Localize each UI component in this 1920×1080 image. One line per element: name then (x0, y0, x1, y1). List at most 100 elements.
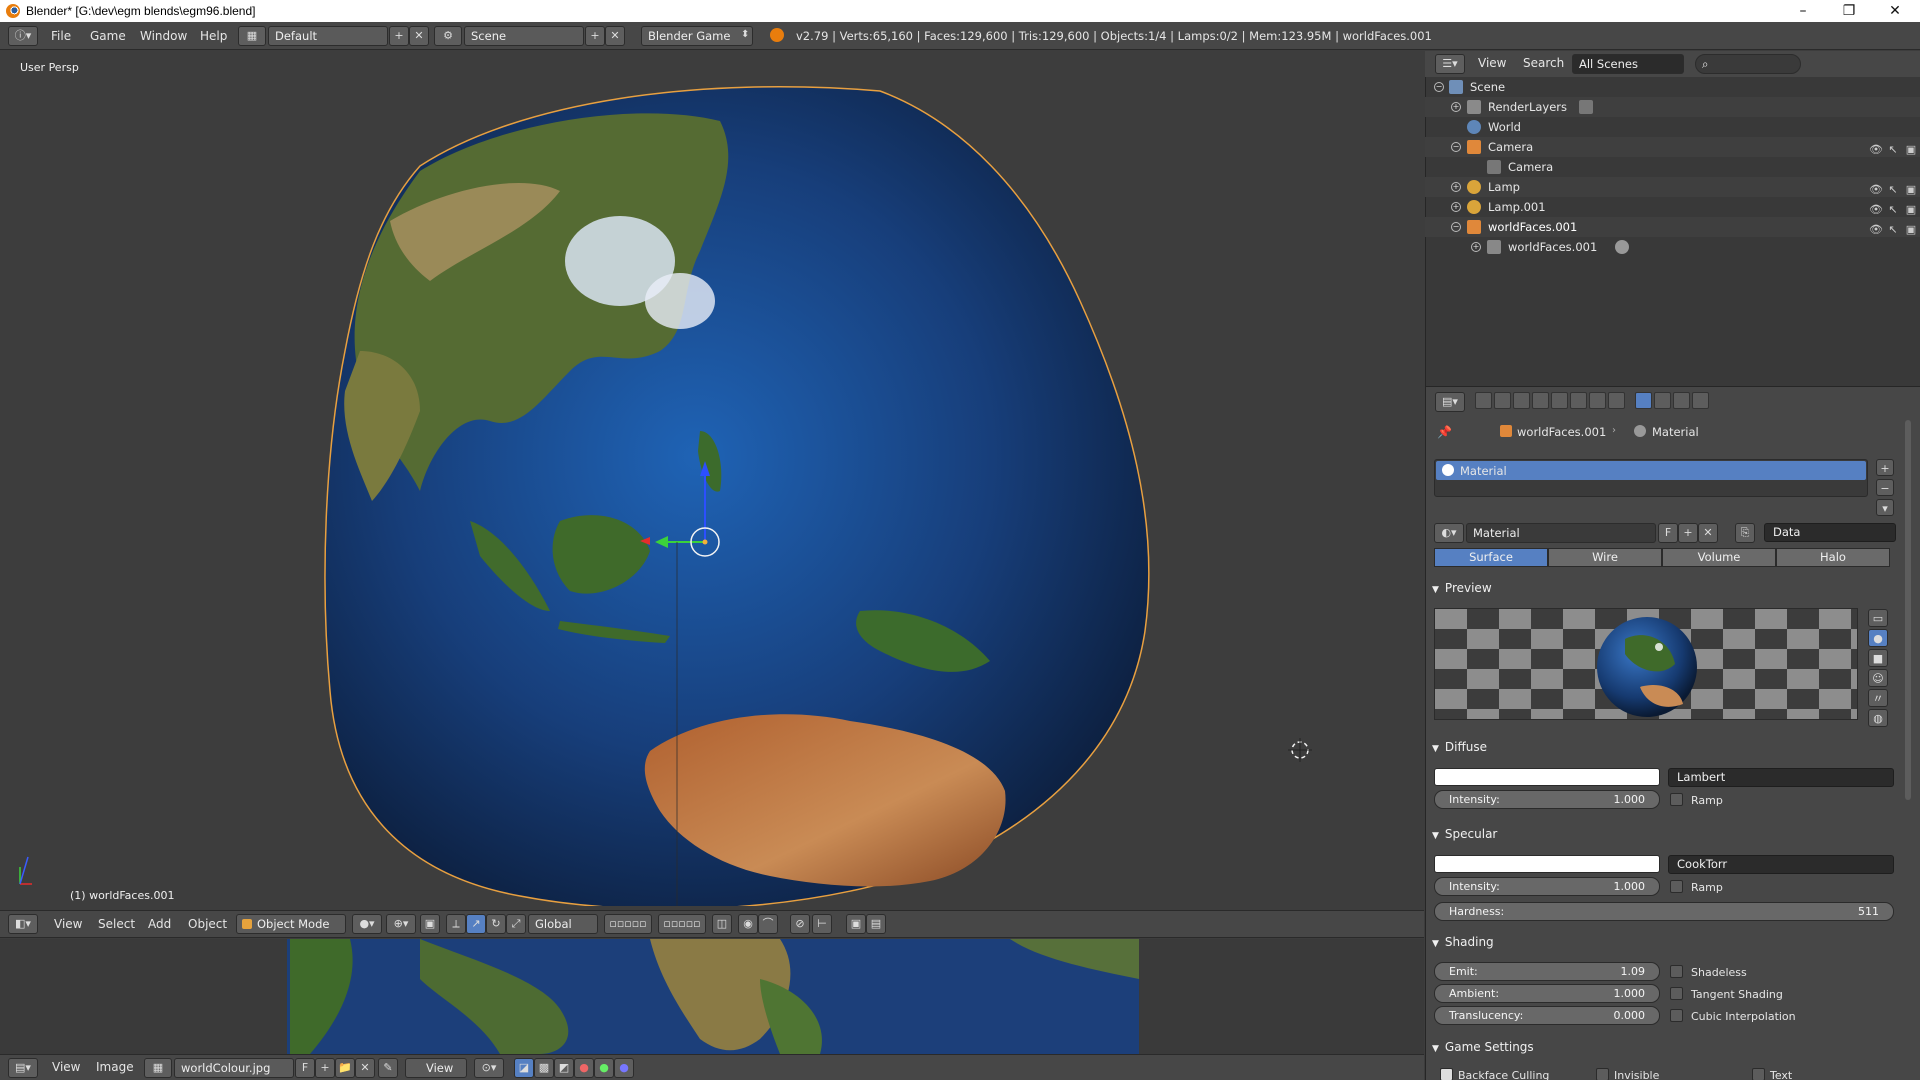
visibility-eye-icon[interactable]: 👁 (1869, 200, 1883, 216)
layers-group-1[interactable]: ▫▫▫▫▫ (604, 914, 652, 934)
collapse-toggle-icon[interactable]: − (1451, 142, 1461, 152)
pin-image-icon[interactable]: ✎ (378, 1058, 398, 1078)
outliner-row-world[interactable]: World (1425, 117, 1920, 137)
pivot-point-icon[interactable]: ⊕▾ (386, 914, 416, 934)
tangent-shading-checkbox[interactable] (1670, 987, 1683, 1000)
interaction-mode-select[interactable]: Object Mode (236, 914, 346, 934)
outliner-row-camera[interactable]: − Camera 👁 ↖ ▣ (1425, 137, 1920, 157)
snap-element-icon[interactable]: ⊢ (812, 914, 832, 934)
expand-toggle-icon[interactable]: + (1451, 102, 1461, 112)
preview-skysphere-icon[interactable]: ◍ (1868, 709, 1888, 727)
preview-sphere-icon[interactable]: ● (1868, 629, 1888, 647)
translucency-field[interactable]: Translucency: 0.000 (1434, 1006, 1660, 1025)
diffuse-ramp-checkbox[interactable] (1670, 793, 1683, 806)
collapse-toggle-icon[interactable]: − (1451, 222, 1461, 232)
specular-panel-header[interactable]: ▼ Specular (1432, 827, 1497, 841)
falloff-icon[interactable]: ⌒ (758, 914, 778, 934)
unlink-material-button[interactable]: ✕ (1698, 523, 1718, 543)
translate-manipulator-icon[interactable]: ↗ (466, 914, 486, 934)
lock-layers-icon[interactable]: ◫ (712, 914, 732, 934)
proportional-edit-icon[interactable]: ◉ (738, 914, 758, 934)
browse-nodes-icon[interactable]: ⎘ (1735, 523, 1755, 543)
expand-toggle-icon[interactable]: + (1451, 182, 1461, 192)
render-opengl-icon[interactable]: ▣ (846, 914, 866, 934)
new-material-button[interactable]: + (1678, 523, 1698, 543)
emit-field[interactable]: Emit: 1.09 (1434, 962, 1660, 981)
material-name-field[interactable]: Material (1466, 523, 1656, 543)
outliner-row-renderlayers[interactable]: + RenderLayers (1425, 97, 1920, 117)
scene-icon[interactable]: ⚙ (434, 26, 462, 46)
cubic-interpolation-checkbox[interactable] (1670, 1009, 1683, 1022)
menu-view[interactable]: View (54, 917, 82, 931)
renderlayer-tab-icon[interactable] (1494, 392, 1511, 409)
game-settings-panel-header[interactable]: ▼ Game Settings (1432, 1040, 1534, 1054)
outliner-row-camera-data[interactable]: Camera (1425, 157, 1920, 177)
outliner-menu-view[interactable]: View (1478, 56, 1506, 70)
diffuse-color-swatch[interactable] (1434, 768, 1660, 786)
add-layout-button[interactable]: + (389, 26, 409, 46)
diffuse-shader-select[interactable]: Lambert (1668, 768, 1894, 787)
scale-manipulator-icon[interactable]: ⤢ (506, 914, 526, 934)
expand-toggle-icon[interactable]: + (1471, 242, 1481, 252)
manipulator-toggle-icon[interactable]: ⟂ (446, 914, 466, 934)
preview-panel-header[interactable]: ▼ Preview (1432, 581, 1492, 595)
preview-hair-icon[interactable]: 〃 (1868, 689, 1888, 707)
uv-select-icon[interactable]: ◪ (514, 1058, 534, 1078)
collapse-toggle-icon[interactable]: − (1434, 82, 1444, 92)
maximize-button[interactable]: ❐ (1826, 0, 1872, 22)
render-tab-icon[interactable] (1475, 392, 1492, 409)
outliner-row-lamp001[interactable]: + Lamp.001 👁 ↖ ▣ (1425, 197, 1920, 217)
editor-type-3d-icon[interactable]: ◧▾ (8, 914, 38, 934)
world-tab-icon[interactable] (1532, 392, 1549, 409)
remove-material-slot-button[interactable]: − (1876, 479, 1894, 496)
transform-orientation-select[interactable]: Global (528, 914, 598, 934)
tab-volume[interactable]: Volume (1662, 548, 1776, 567)
preview-cube-icon[interactable]: ■ (1868, 649, 1888, 667)
layers-group-2[interactable]: ▫▫▫▫▫ (658, 914, 706, 934)
specular-ramp-checkbox[interactable] (1670, 880, 1683, 893)
blue-channel-icon[interactable]: ● (614, 1058, 634, 1078)
outliner-menu-search[interactable]: Search (1523, 56, 1564, 70)
renderability-camera-icon[interactable]: ▣ (1905, 200, 1917, 216)
checker-icon[interactable]: ▩ (534, 1058, 554, 1078)
image-name-field[interactable]: worldColour.jpg (174, 1058, 294, 1078)
new-image-button[interactable]: + (315, 1058, 335, 1078)
data-tab-icon[interactable] (1608, 392, 1625, 409)
image-menu-view[interactable]: View (52, 1060, 80, 1074)
scene-field[interactable]: Scene (464, 26, 584, 46)
texture-tab-icon[interactable] (1654, 392, 1671, 409)
outliner-row-lamp[interactable]: + Lamp 👁 ↖ ▣ (1425, 177, 1920, 197)
viewport-canvas[interactable] (0, 51, 1424, 906)
render-engine-select[interactable]: Blender Game (641, 26, 753, 46)
properties-scrollbar[interactable] (1905, 420, 1911, 800)
selectability-arrow-icon[interactable]: ↖ (1887, 140, 1899, 156)
3d-viewport[interactable] (0, 51, 1424, 906)
red-channel-icon[interactable]: ● (574, 1058, 594, 1078)
object-tab-icon[interactable] (1551, 392, 1568, 409)
menu-help[interactable]: Help (200, 29, 227, 43)
visibility-eye-icon[interactable]: 👁 (1869, 220, 1883, 236)
backface-culling-checkbox[interactable] (1440, 1068, 1453, 1080)
renderability-camera-icon[interactable]: ▣ (1905, 180, 1917, 196)
visibility-eye-icon[interactable]: 👁 (1869, 140, 1883, 156)
shading-panel-header[interactable]: ▼ Shading (1432, 935, 1494, 949)
close-button[interactable]: ✕ (1872, 0, 1918, 22)
shadeless-checkbox[interactable] (1670, 965, 1683, 978)
modifiers-tab-icon[interactable] (1589, 392, 1606, 409)
menu-window[interactable]: Window (140, 29, 187, 43)
visibility-eye-icon[interactable]: 👁 (1869, 180, 1883, 196)
material-tab-icon[interactable] (1635, 392, 1652, 409)
renderability-camera-icon[interactable]: ▣ (1905, 140, 1917, 156)
editor-type-properties-icon[interactable]: ▤▾ (1435, 392, 1465, 412)
image-editor[interactable] (0, 939, 1424, 1054)
selectability-arrow-icon[interactable]: ↖ (1887, 180, 1899, 196)
preview-flat-icon[interactable]: ▭ (1868, 609, 1888, 627)
hardness-field[interactable]: Hardness: 511 (1434, 902, 1894, 921)
add-material-slot-button[interactable]: + (1876, 459, 1894, 476)
render-animation-icon[interactable]: ▤ (866, 914, 886, 934)
text-checkbox[interactable] (1752, 1068, 1765, 1080)
minimize-button[interactable]: – (1780, 0, 1826, 22)
pin-icon[interactable]: 📌 (1437, 425, 1452, 439)
selectability-arrow-icon[interactable]: ↖ (1887, 200, 1899, 216)
display-mode-select[interactable]: All Scenes (1572, 54, 1684, 74)
